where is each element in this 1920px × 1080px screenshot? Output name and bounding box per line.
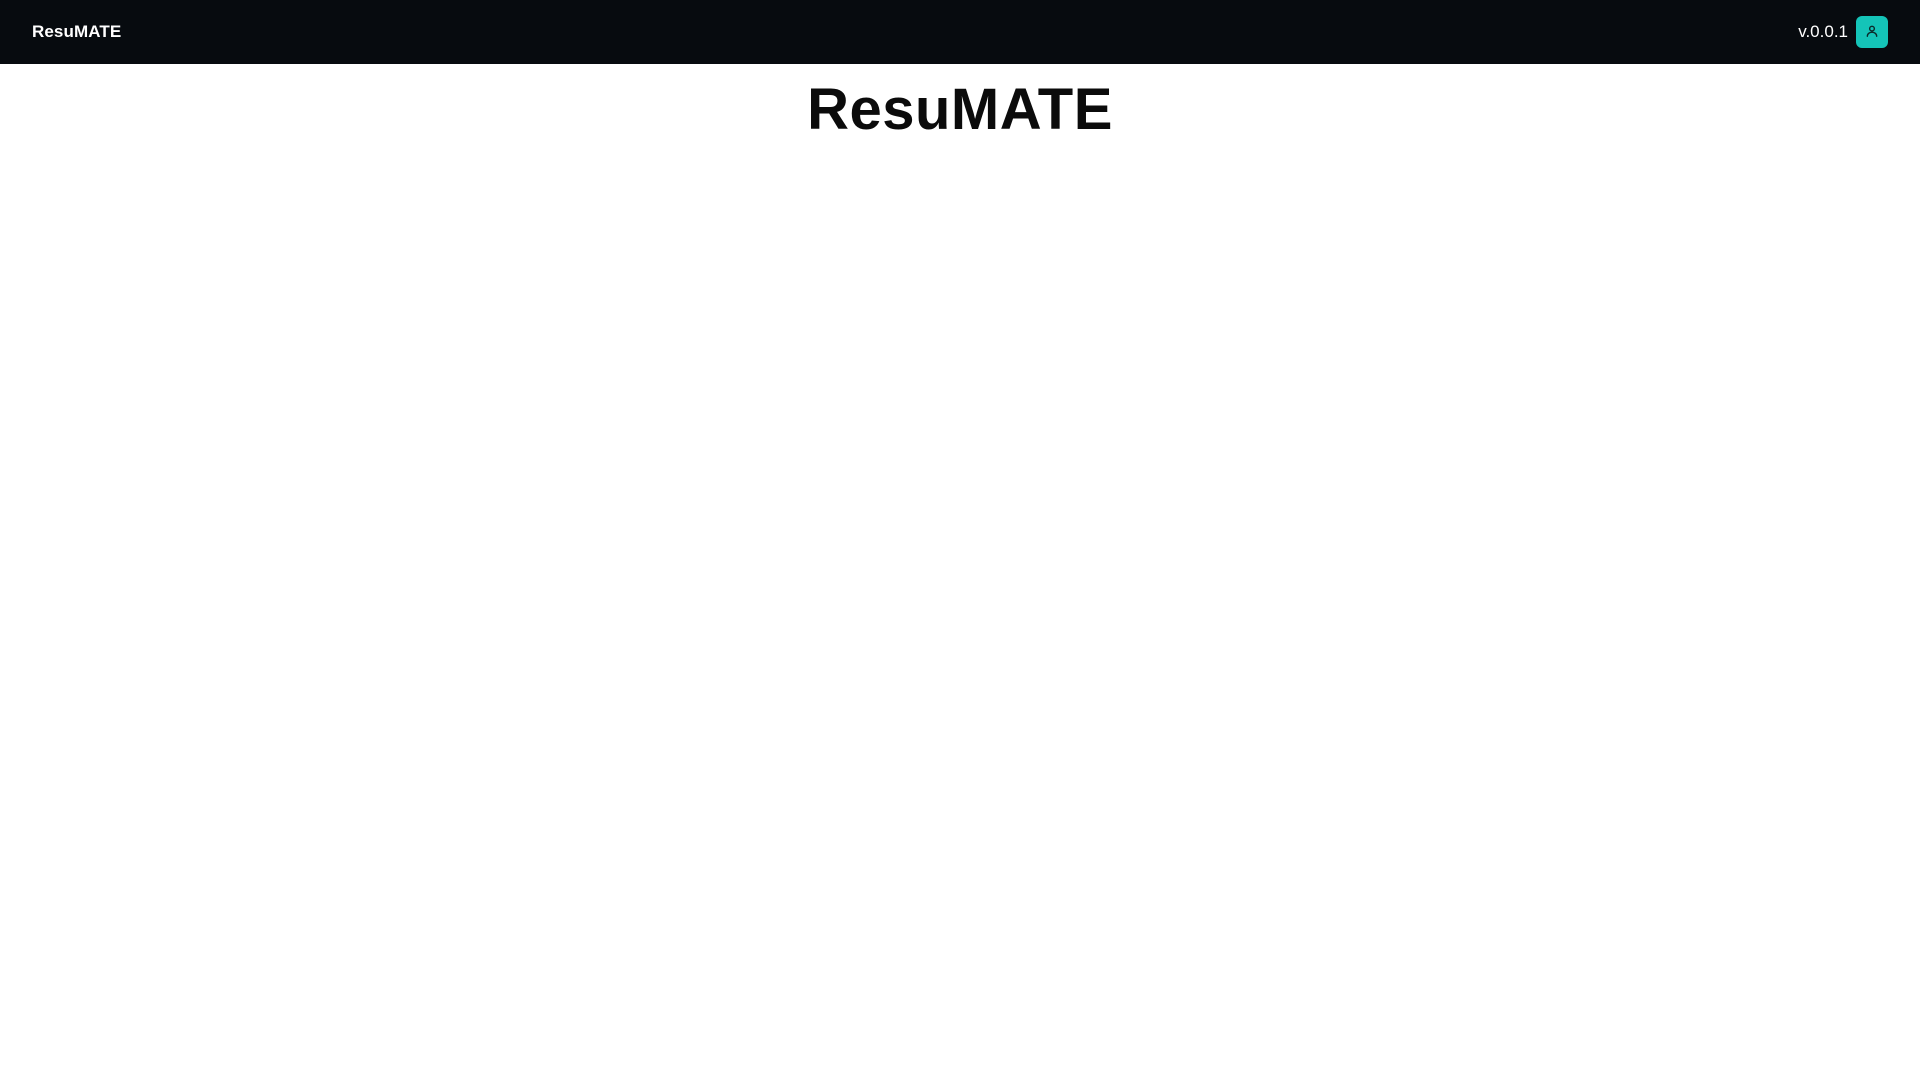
brand-link[interactable]: ResuMATE xyxy=(32,22,121,42)
navbar-right-group: v.0.0.1 xyxy=(1798,16,1888,48)
user-menu-button[interactable] xyxy=(1856,16,1888,48)
main-content: ResuMATE xyxy=(0,64,1920,1080)
page-title: ResuMATE xyxy=(807,77,1113,142)
user-icon xyxy=(1865,24,1879,41)
top-navbar: ResuMATE v.0.0.1 xyxy=(0,0,1920,64)
version-label: v.0.0.1 xyxy=(1798,22,1848,41)
